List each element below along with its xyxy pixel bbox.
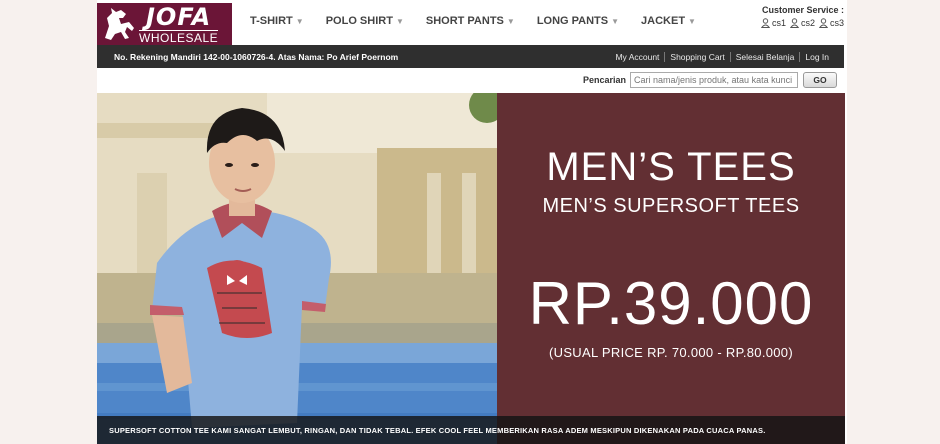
search-label: Pencarian — [582, 75, 626, 85]
bank-account-info: No. Rekening Mandiri 142-00-1060726-4. A… — [114, 51, 398, 62]
caret-down-icon: ▼ — [295, 16, 304, 26]
nav-item-long-pants[interactable]: LONG PANTS ▼ — [537, 15, 619, 27]
cs3-link[interactable]: cs3 — [818, 18, 844, 28]
nav-item-short-pants[interactable]: SHORT PANTS ▼ — [426, 15, 515, 27]
nav-item-label: JACKET — [641, 15, 686, 27]
nav-item-tshirt[interactable]: T-SHIRT ▼ — [250, 15, 304, 27]
cs2-link[interactable]: cs2 — [789, 18, 815, 28]
promo-price: RP.39.000 — [528, 270, 814, 337]
person-icon — [818, 18, 828, 28]
model-photo — [97, 93, 497, 444]
customer-service: Customer Service : cs1 cs2 cs3 — [760, 5, 844, 28]
logo-text: JOFA WHOLESALE — [139, 2, 219, 45]
model-photo-image — [97, 93, 497, 444]
promo-banner[interactable]: MEN’S TEES MEN’S SUPERSOFT TEES RP.39.00… — [97, 93, 845, 444]
account-bar: No. Rekening Mandiri 142-00-1060726-4. A… — [97, 45, 844, 68]
caret-down-icon: ▼ — [395, 16, 404, 26]
caret-down-icon: ▼ — [611, 16, 620, 26]
login-link[interactable]: Log In — [800, 52, 834, 62]
banner-caption: SUPERSOFT COTTON TEE KAMI SANGAT LEMBUT,… — [97, 416, 845, 444]
usual-price: (USUAL PRICE RP. 70.000 - RP.80.000) — [549, 345, 793, 360]
search-bar: Pencarian GO — [583, 71, 837, 89]
nav-item-label: SHORT PANTS — [425, 15, 504, 27]
cs-link-label: cs3 — [829, 18, 844, 28]
cs-link-label: cs2 — [800, 18, 815, 28]
promo-subtitle: MEN’S SUPERSOFT TEES — [542, 195, 800, 217]
promo-panel: MEN’S TEES MEN’S SUPERSOFT TEES RP.39.00… — [497, 93, 845, 444]
logo[interactable]: JOFA WHOLESALE — [97, 3, 232, 45]
promo-title: MEN’S TEES — [546, 145, 796, 189]
nav-item-jacket[interactable]: JACKET ▼ — [641, 15, 696, 27]
my-account-link[interactable]: My Account — [610, 52, 664, 62]
main-nav: T-SHIRT ▼ POLO SHIRT ▼ SHORT PANTS ▼ LON… — [250, 15, 718, 27]
nav-item-label: T-SHIRT — [250, 15, 293, 27]
cs1-link[interactable]: cs1 — [760, 18, 786, 28]
logo-main-text: JOFA — [145, 2, 212, 31]
horse-logo-icon — [105, 8, 134, 40]
shopping-cart-link[interactable]: Shopping Cart — [665, 52, 729, 62]
nav-item-label: POLO SHIRT — [325, 15, 393, 27]
person-icon — [789, 18, 799, 28]
checkout-link[interactable]: Selesai Belanja — [731, 52, 800, 62]
page: JOFA WHOLESALE T-SHIRT ▼ POLO SHIRT ▼ SH… — [97, 0, 847, 444]
nav-item-label: LONG PANTS — [536, 15, 609, 27]
account-links: My Account Shopping Cart Selesai Belanja… — [610, 45, 834, 68]
caret-down-icon: ▼ — [506, 16, 515, 26]
search-go-button[interactable]: GO — [803, 72, 837, 88]
nav-item-polo-shirt[interactable]: POLO SHIRT ▼ — [326, 15, 404, 27]
customer-service-links: cs1 cs2 cs3 — [760, 18, 844, 28]
caret-down-icon: ▼ — [688, 16, 696, 26]
search-input[interactable] — [630, 72, 798, 88]
logo-sub-text: WHOLESALE — [139, 29, 219, 45]
caption-text: SUPERSOFT COTTON TEE KAMI SANGAT LEMBUT,… — [109, 425, 766, 435]
person-icon — [760, 18, 770, 28]
customer-service-title: Customer Service : — [761, 5, 844, 15]
cs-link-label: cs1 — [771, 18, 786, 28]
